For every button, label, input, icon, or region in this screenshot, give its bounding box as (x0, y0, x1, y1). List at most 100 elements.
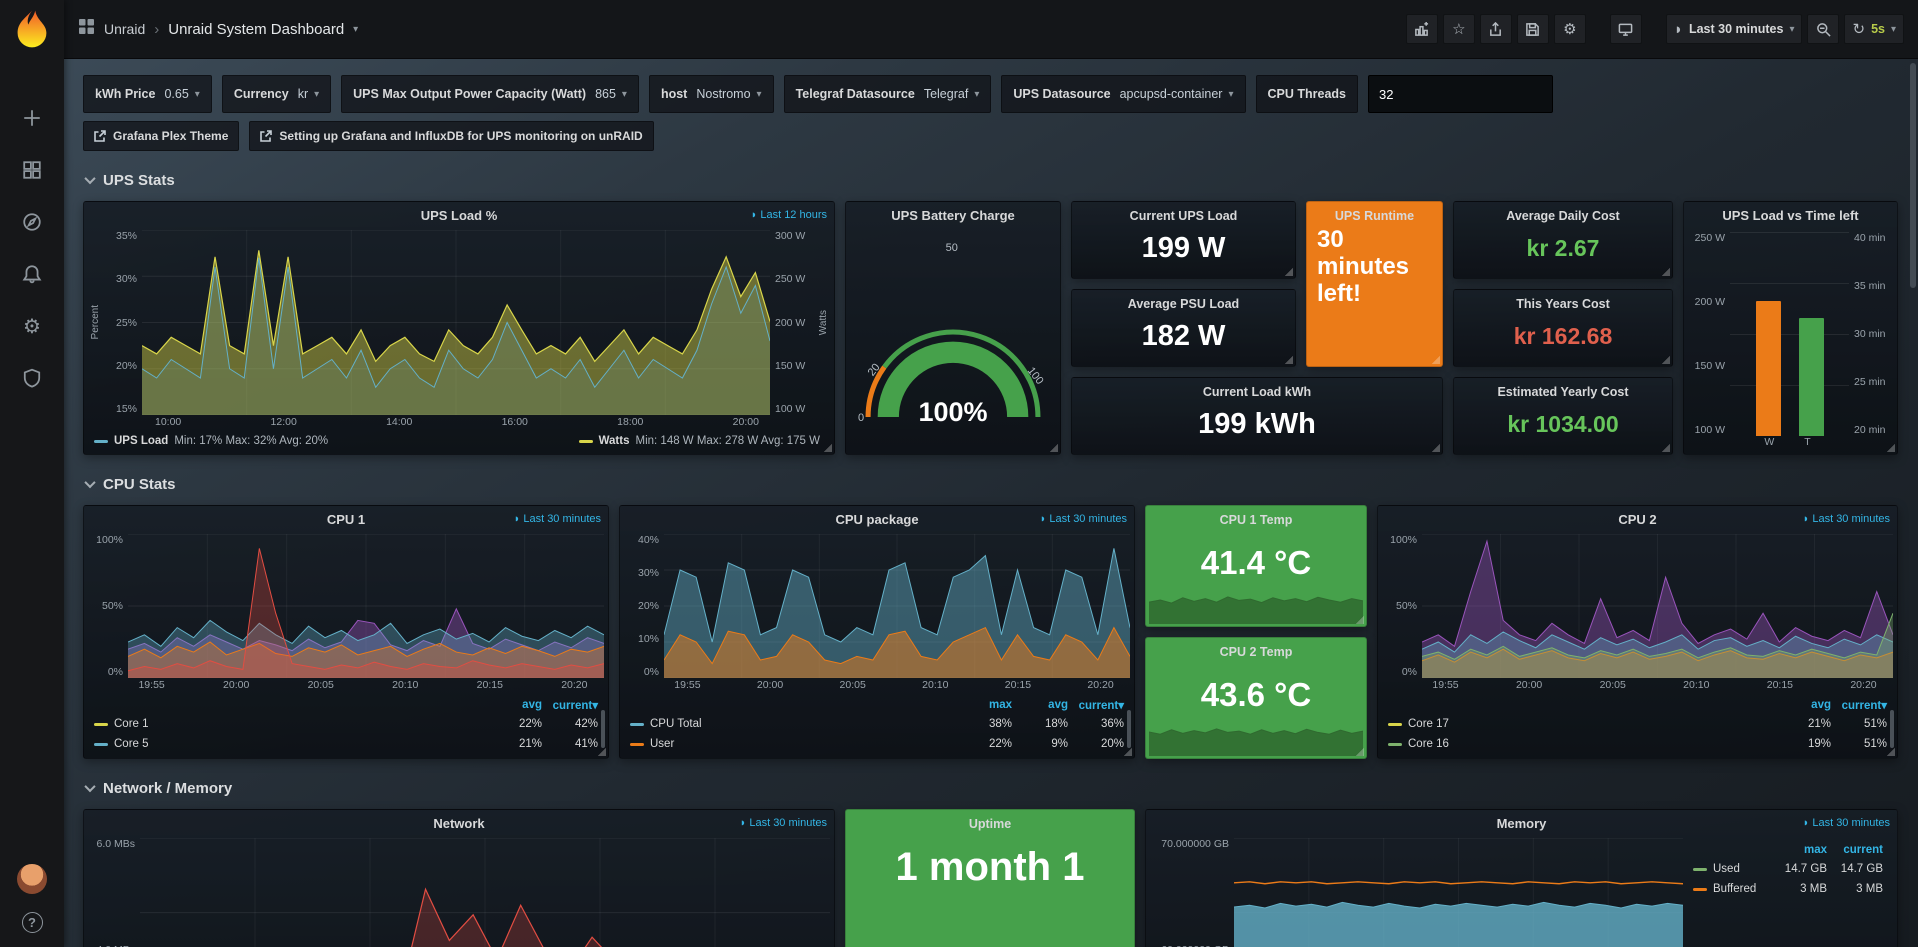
variable-ups-datasource[interactable]: UPS Datasource apcupsd-container▾ (1001, 75, 1245, 113)
legend-series-name[interactable]: Core 16 (1408, 738, 1775, 750)
breadcrumb-folder[interactable]: Unraid (104, 21, 145, 37)
cycle-view-monitor-button[interactable] (1610, 14, 1642, 44)
page-scrollbar[interactable] (1910, 63, 1916, 943)
explore-compass-icon[interactable] (21, 211, 43, 233)
row-header-ups-stats[interactable]: UPS Stats (86, 169, 1898, 191)
legend-sort-avg[interactable]: avg (1012, 699, 1068, 711)
zoom-out-button[interactable] (1807, 14, 1839, 44)
share-dashboard-button[interactable] (1480, 14, 1512, 44)
legend-series-name[interactable]: Core 17 (1408, 718, 1775, 730)
legend-sort-avg[interactable]: avg (486, 699, 542, 711)
panel-resize-handle[interactable] (1049, 443, 1058, 452)
time-series-plot[interactable] (1422, 534, 1893, 678)
bar-gauge-plot[interactable] (1730, 232, 1849, 436)
legend-scrollbar[interactable] (1890, 710, 1894, 748)
legend-sort-max[interactable]: max (1771, 844, 1827, 856)
panel-resize-handle[interactable] (1284, 267, 1293, 276)
panel-resize-handle[interactable] (1661, 267, 1670, 276)
legend-series-name[interactable]: Core 5 (114, 738, 486, 750)
panel-title[interactable]: UPS Battery Charge (876, 208, 1030, 223)
time-series-plot[interactable] (142, 230, 770, 415)
variable-kwh-price[interactable]: kWh Price 0.65▾ (83, 75, 212, 113)
time-series-plot[interactable] (128, 534, 604, 678)
panel-resize-handle[interactable] (1886, 443, 1895, 452)
variable-currency[interactable]: Currency kr▾ (222, 75, 331, 113)
time-series-plot[interactable] (140, 838, 830, 947)
dashboard-dropdown-caret[interactable]: ▾ (353, 24, 358, 35)
y-axis-right: 40 min35 min30 min25 min20 min (1849, 232, 1893, 436)
row-header-network-memory[interactable]: Network / Memory (86, 777, 1898, 799)
legend-scrollbar[interactable] (601, 710, 605, 748)
time-series-plot[interactable] (664, 534, 1130, 678)
variable-telegraf-datasource[interactable]: Telegraf Datasource Telegraf▾ (784, 75, 992, 113)
legend-scrollbar[interactable] (1127, 710, 1131, 748)
panel-title[interactable]: CPU 1 (114, 512, 578, 527)
legend-series-name[interactable]: Core 1 (114, 718, 486, 730)
legend-series-ups-load[interactable]: UPS Load Min: 17% Max: 32% Avg: 20% (94, 435, 328, 447)
legend-sort-max[interactable]: max (956, 699, 1012, 711)
stat-title[interactable]: CPU 1 Temp (1146, 513, 1366, 527)
panel-resize-handle[interactable] (1355, 615, 1364, 624)
panel-resize-handle[interactable] (597, 747, 606, 756)
cpu-threads-input[interactable] (1368, 75, 1553, 113)
breadcrumb-dashboard-title[interactable]: Unraid System Dashboard (168, 21, 344, 38)
grafana-logo[interactable] (12, 9, 52, 49)
legend-series-name[interactable]: User (650, 738, 956, 750)
star-dashboard-button[interactable]: ☆ (1443, 14, 1475, 44)
panel-resize-handle[interactable] (1661, 443, 1670, 452)
stat-title[interactable]: Average PSU Load (1072, 297, 1295, 311)
help-icon[interactable]: ? (22, 912, 43, 933)
panel-resize-handle[interactable] (1355, 747, 1364, 756)
legend-sort-avg[interactable]: avg (1775, 699, 1831, 711)
panel-resize-handle[interactable] (1886, 747, 1895, 756)
legend-row: Core 16 19% 51% (1388, 734, 1887, 754)
refresh-button[interactable]: ↻ 5s ▾ (1844, 14, 1904, 44)
stat-title[interactable]: This Years Cost (1454, 297, 1672, 311)
legend-series-name[interactable]: CPU Total (650, 718, 956, 730)
panel-title[interactable]: UPS Load vs Time left (1714, 208, 1867, 223)
alerting-bell-icon[interactable] (21, 263, 43, 285)
panel-resize-handle[interactable] (823, 443, 832, 452)
panel-resize-handle[interactable] (1431, 355, 1440, 364)
legend-series-watts[interactable]: Watts Min: 148 W Max: 278 W Avg: 175 W (579, 435, 820, 447)
legend-sort-current[interactable]: current▾ (1068, 698, 1124, 712)
link-ups-monitoring-guide[interactable]: Setting up Grafana and InfluxDB for UPS … (249, 121, 653, 151)
legend-sort-current[interactable]: current▾ (1831, 698, 1887, 712)
row-header-cpu-stats[interactable]: CPU Stats (86, 473, 1898, 495)
configuration-gear-icon[interactable]: ⚙ (21, 315, 43, 337)
legend-sort-current[interactable]: current (1827, 844, 1883, 856)
stat-title[interactable]: Estimated Yearly Cost (1454, 385, 1672, 399)
panel-title[interactable]: Network (114, 816, 804, 831)
panel-resize-handle[interactable] (1431, 443, 1440, 452)
panel-resize-handle[interactable] (1123, 747, 1132, 756)
time-range-picker[interactable]: ◗ Last 30 minutes ▾ (1666, 14, 1803, 44)
create-plus-icon[interactable] (21, 107, 43, 129)
panel-resize-handle[interactable] (1284, 355, 1293, 364)
stat-title[interactable]: Uptime (846, 817, 1134, 831)
stat-title[interactable]: CPU 2 Temp (1146, 645, 1366, 659)
time-series-plot[interactable] (1234, 838, 1683, 947)
link-grafana-plex-theme[interactable]: Grafana Plex Theme (83, 121, 239, 151)
admin-shield-icon[interactable] (21, 367, 43, 389)
legend-series-name[interactable]: Buffered (1713, 883, 1771, 895)
panel-resize-handle[interactable] (1661, 355, 1670, 364)
save-dashboard-button[interactable] (1517, 14, 1549, 44)
panel-title[interactable]: CPU 2 (1408, 512, 1867, 527)
stat-title[interactable]: Current UPS Load (1072, 209, 1295, 223)
legend-sort-current[interactable]: current▾ (542, 698, 598, 712)
variable-ups-max-output[interactable]: UPS Max Output Power Capacity (Watt) 865… (341, 75, 639, 113)
stat-title[interactable]: UPS Runtime (1307, 209, 1442, 223)
dashboard-settings-button[interactable]: ⚙ (1554, 14, 1586, 44)
panel-title[interactable]: CPU package (650, 512, 1104, 527)
scrollbar-thumb[interactable] (1910, 63, 1916, 288)
add-panel-button[interactable] (1406, 14, 1438, 44)
dashboard-picker-icon[interactable] (78, 18, 95, 40)
dashboards-icon[interactable] (21, 159, 43, 181)
stat-title[interactable]: Current Load kWh (1072, 385, 1442, 399)
variable-host[interactable]: host Nostromo▾ (649, 75, 774, 113)
panel-title[interactable]: UPS Load % (114, 208, 804, 223)
panel-title[interactable]: Memory (1176, 816, 1867, 831)
legend-series-name[interactable]: Used (1713, 863, 1771, 875)
stat-title[interactable]: Average Daily Cost (1454, 209, 1672, 223)
user-avatar[interactable] (17, 864, 47, 894)
